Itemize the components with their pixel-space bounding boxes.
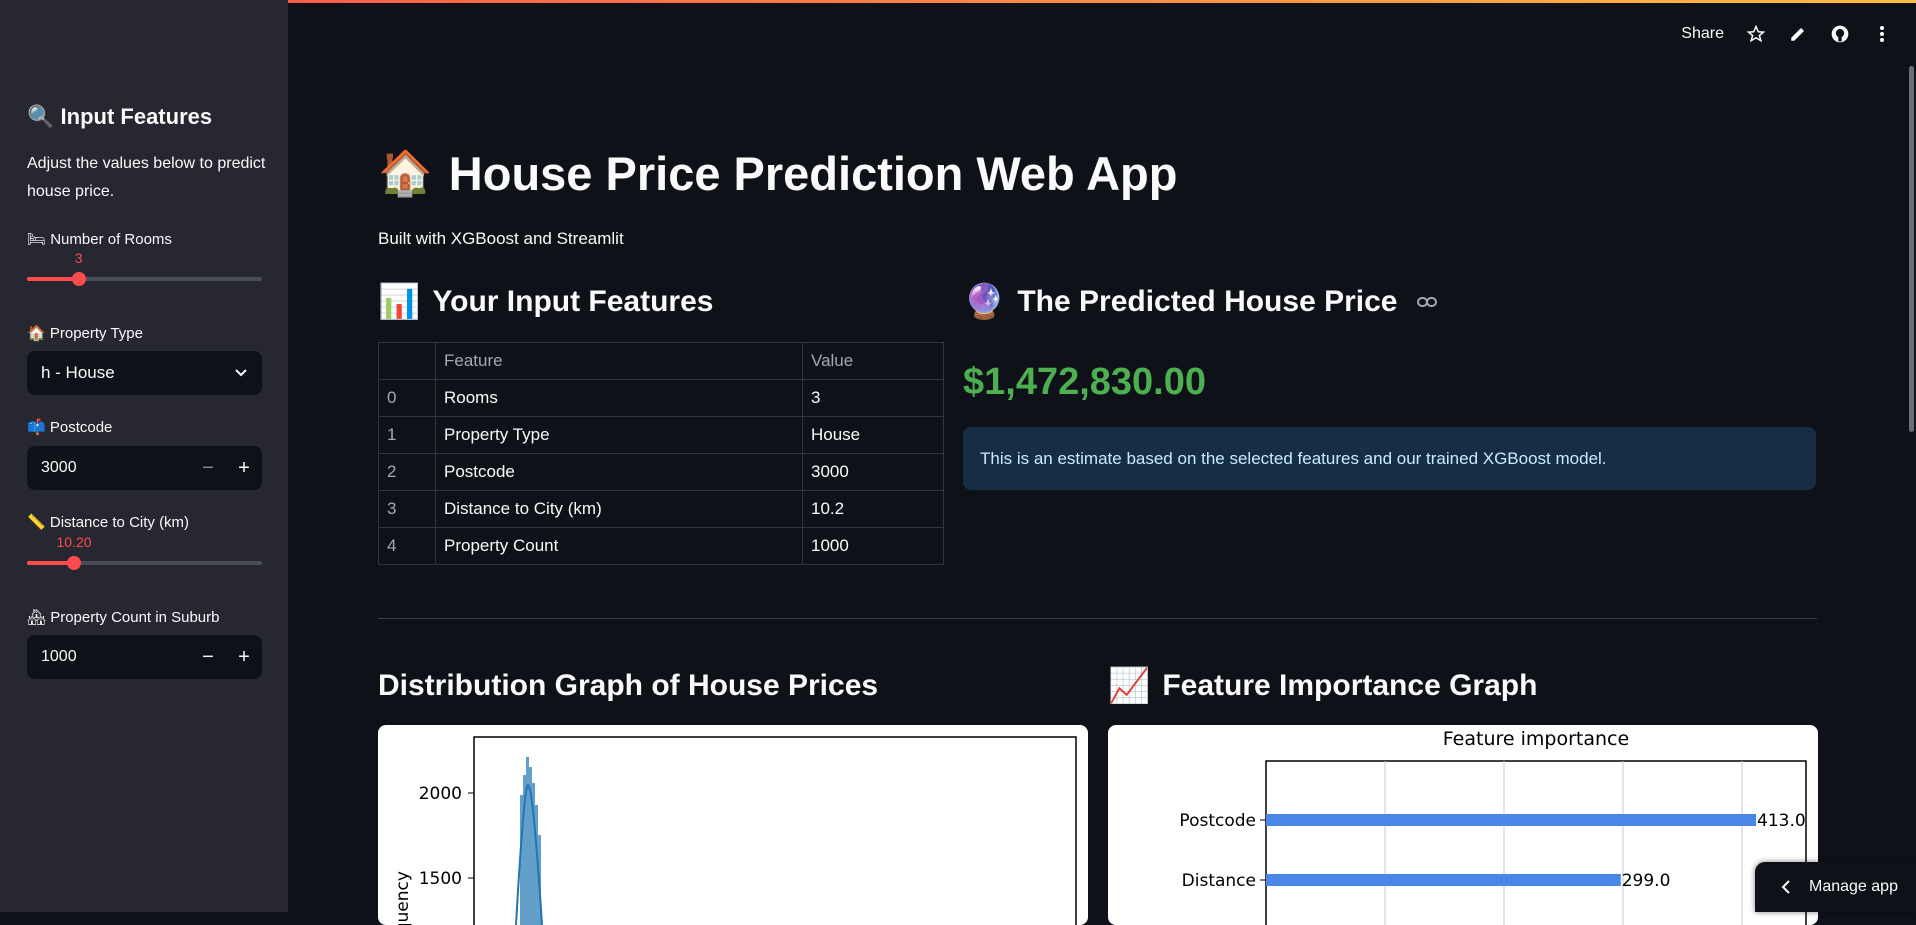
property-type-select[interactable]: h - House — [27, 351, 262, 395]
chevron-down-icon — [235, 369, 247, 377]
table-cell-index: 0 — [378, 379, 436, 417]
importance-bar — [1266, 874, 1621, 886]
table-cell: Rooms — [435, 379, 803, 417]
magnifier-icon: 🔍 — [27, 104, 55, 129]
table-row[interactable]: 2 Postcode 3000 — [378, 453, 944, 491]
table-cell-index: 2 — [378, 453, 436, 491]
distribution-heading: Distribution Graph of House Prices — [378, 669, 879, 702]
distance-slider-thumb[interactable] — [67, 556, 81, 570]
distance-label: 📏 Distance to City (km) — [27, 514, 190, 531]
sidebar: 🔍 Input Features Adjust the values below… — [0, 0, 288, 912]
more-icon[interactable] — [1872, 24, 1892, 44]
table-cell-index: 4 — [378, 527, 436, 565]
postcode-value[interactable]: 3000 — [27, 459, 190, 477]
table-cell: 1000 — [802, 527, 944, 565]
importance-bars: Postcode 413.0 Distance 299.0 — [1179, 811, 1805, 891]
plot-frame — [1265, 760, 1807, 925]
house-icon: 🏠 — [27, 325, 46, 342]
feature-importance-chart: Feature importance Postcode 413.0 Distance… — [1108, 725, 1818, 925]
table-cell: House — [802, 416, 944, 454]
chevron-left-icon — [1781, 880, 1790, 894]
rooms-slider-value: 3 — [74, 250, 83, 266]
table-cell-index: 3 — [378, 490, 436, 528]
chart-title: Feature importance — [1443, 728, 1629, 750]
table-cell: Distance to City (km) — [435, 490, 803, 528]
property-count-decrement-button[interactable]: − — [190, 646, 226, 669]
chart-increasing-icon: 📈 — [1108, 667, 1151, 705]
table-header — [378, 342, 436, 380]
input-features-heading: 📊 Your Input Features — [378, 283, 714, 321]
sidebar-title: 🔍 Input Features — [27, 104, 213, 129]
house-icon: 🏠 — [378, 148, 433, 198]
sidebar-description: Adjust the values below to predict house… — [27, 155, 266, 200]
table-header-row: Feature Value — [378, 342, 944, 380]
page-scrollbar[interactable] — [1909, 66, 1914, 432]
postcode-input[interactable]: 3000 − + — [27, 446, 262, 490]
table-cell: 3 — [802, 379, 944, 417]
mailbox-icon: 📫 — [27, 419, 46, 436]
table-row[interactable]: 3 Distance to City (km) 10.2 — [378, 490, 944, 528]
postcode-label: 📫 Postcode — [27, 419, 113, 436]
input-features-table[interactable]: Feature Value 0 Rooms 3 1 Property Type … — [378, 342, 944, 565]
y-tick-label: 2000 — [419, 784, 462, 804]
category-label: Postcode — [1179, 811, 1256, 831]
table-row[interactable]: 1 Property Type House — [378, 416, 944, 454]
table-cell-index: 1 — [378, 416, 436, 454]
distribution-chart: 2000 1500 Frequency — [378, 725, 1088, 925]
edit-icon[interactable] — [1788, 24, 1808, 44]
distribution-chart-svg: 2000 1500 Frequency — [393, 736, 1077, 925]
histogram-bar — [526, 757, 529, 925]
table-row[interactable]: 4 Property Count 1000 — [378, 527, 944, 565]
distance-slider-value: 10.20 — [56, 534, 92, 550]
page-title: 🏠 House Price Prediction Web App — [378, 147, 1178, 200]
postcode-increment-button[interactable]: + — [226, 457, 262, 480]
feature-importance-svg: Feature importance Postcode 413.0 Distance… — [1179, 728, 1807, 925]
ruler-icon: 📏 — [27, 514, 46, 531]
rooms-label: 🛏 Number of Rooms — [27, 231, 172, 248]
value-label: 299.0 — [1622, 871, 1671, 891]
section-divider — [378, 618, 1817, 619]
info-alert: This is an estimate based on the selecte… — [963, 427, 1816, 490]
category-label: Distance — [1182, 871, 1256, 891]
manage-app-button[interactable]: Manage app — [1755, 862, 1916, 912]
distance-slider[interactable]: 10.20 — [27, 534, 262, 570]
predicted-price-value: $1,472,830.00 — [963, 361, 1207, 403]
link-icon[interactable] — [1417, 296, 1438, 308]
y-axis-label: Frequency — [393, 871, 413, 925]
table-cell: 3000 — [802, 453, 944, 491]
plot-frame — [473, 736, 1077, 925]
histogram-bars — [515, 757, 543, 925]
rooms-slider-thumb[interactable] — [71, 272, 86, 286]
importance-bar — [1266, 814, 1756, 826]
bar-chart-icon: 📊 — [378, 283, 421, 321]
table-header: Feature — [435, 342, 803, 380]
app-toolbar: Share — [1681, 24, 1892, 44]
feature-importance-heading: 📈 Feature Importance Graph — [1108, 667, 1538, 705]
table-cell: Postcode — [435, 453, 803, 491]
rooms-slider-fill — [27, 277, 79, 281]
table-cell: Property Type — [435, 416, 803, 454]
property-count-value[interactable]: 1000 — [27, 648, 190, 666]
bed-icon: 🛏 — [27, 231, 47, 248]
value-label: 413.0 — [1757, 811, 1806, 831]
property-count-input[interactable]: 1000 − + — [27, 635, 262, 679]
github-icon[interactable] — [1830, 24, 1850, 44]
crystal-ball-icon: 🔮 — [963, 283, 1006, 321]
table-header: Value — [802, 342, 944, 380]
property-count-label: 🏘 Property Count in Suburb — [27, 609, 220, 626]
property-type-label: 🏠 Property Type — [27, 325, 143, 342]
property-count-increment-button[interactable]: + — [226, 646, 262, 669]
postcode-decrement-button[interactable]: − — [190, 457, 226, 480]
table-cell: Property Count — [435, 527, 803, 565]
share-button[interactable]: Share — [1681, 25, 1724, 43]
page-subtitle: Built with XGBoost and Streamlit — [378, 229, 624, 248]
table-cell: 10.2 — [802, 490, 944, 528]
houses-icon: 🏘 — [27, 609, 47, 626]
rooms-slider[interactable]: 3 — [27, 250, 262, 286]
star-icon[interactable] — [1746, 24, 1766, 44]
y-tick-label: 1500 — [419, 869, 462, 889]
table-row[interactable]: 0 Rooms 3 — [378, 379, 944, 417]
predicted-price-heading: 🔮 The Predicted House Price — [963, 283, 1438, 321]
